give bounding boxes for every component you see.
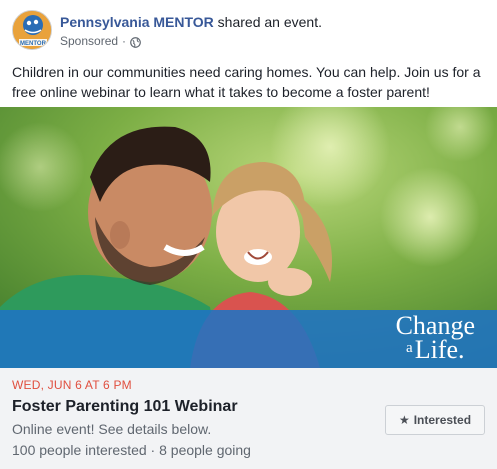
- star-icon: ★: [398, 413, 410, 427]
- page-avatar[interactable]: MENTOR: [12, 10, 52, 50]
- header-line: Pennsylvania MENTOR shared an event.: [60, 13, 487, 31]
- event-stats: 100 people interested · 8 people going: [12, 442, 251, 458]
- interested-button[interactable]: ★ Interested: [385, 405, 485, 435]
- event-title[interactable]: Foster Parenting 101 Webinar: [12, 397, 238, 417]
- post-message: Children in our communities need caring …: [12, 64, 481, 100]
- tagline-small: a: [406, 340, 413, 356]
- tagline-line2-text: Life.: [414, 335, 465, 364]
- sponsored-label[interactable]: Sponsored: [60, 33, 118, 49]
- event-card[interactable]: WED, JUN 6 AT 6 PM Foster Parenting 101 …: [0, 368, 497, 469]
- post-action-text: shared an event.: [213, 14, 322, 30]
- mentor-logo: MENTOR: [13, 11, 51, 49]
- hero-image[interactable]: Change aLife.: [0, 107, 497, 368]
- globe-icon[interactable]: [130, 36, 141, 48]
- interested-label: Interested: [413, 413, 472, 427]
- separator-dot: ·: [122, 34, 127, 48]
- tagline-line2: aLife.: [396, 337, 475, 363]
- event-date: WED, JUN 6 AT 6 PM: [12, 378, 132, 392]
- page-name-link[interactable]: Pennsylvania MENTOR: [60, 14, 214, 30]
- logo-text: MENTOR: [20, 41, 47, 47]
- post-header: MENTOR Pennsylvania MENTOR shared an eve…: [12, 10, 487, 54]
- header-text: Pennsylvania MENTOR shared an event. Spo…: [60, 13, 487, 49]
- sponsored-line: Sponsored ·: [60, 33, 487, 49]
- event-subtitle: Online event! See details below.: [12, 421, 212, 437]
- change-a-life-tagline: Change aLife.: [396, 313, 475, 363]
